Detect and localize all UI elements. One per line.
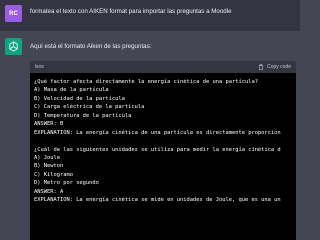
code-line: A) Joule	[34, 154, 60, 161]
copy-code-button[interactable]: Copy code	[258, 64, 291, 70]
code-line: C) Carga eléctrica de la partícula	[34, 104, 145, 111]
copy-code-label: Copy code	[267, 64, 291, 70]
code-line: ANSWER: A	[34, 188, 64, 195]
code-content: ¿Qué factor afecta directamente la energ…	[30, 73, 296, 205]
code-line: D) Temperatura de la partícula	[34, 112, 132, 119]
code-block: less Copy code ¿Qué factor afecta direct…	[30, 61, 296, 240]
clipboard-icon	[259, 64, 264, 70]
openai-logo-icon	[5, 38, 22, 55]
code-line: C) Kilogramo	[34, 171, 73, 178]
code-line: ANSWER: B	[34, 121, 64, 128]
assistant-message-row: Aquí está el formato Aiken de las pregun…	[0, 31, 300, 240]
user-message-text: formatea el texto con AIKEN format para …	[30, 8, 232, 15]
code-line: B) Velocidad de la partícula	[34, 95, 125, 102]
assistant-intro-text: Aquí está el formato Aiken de las pregun…	[30, 43, 152, 50]
code-block-header: less Copy code	[30, 61, 296, 73]
code-line: A) Masa de la partícula	[34, 87, 109, 94]
user-avatar: RC	[5, 5, 22, 22]
code-line: ¿Qué factor afecta directamente la energ…	[34, 79, 258, 85]
code-line: EXPLANATION: La energía cinética de una …	[34, 129, 281, 136]
code-line: EXPLANATION: La energía cinética se mide…	[34, 197, 281, 204]
user-message-row: RC formatea el texto con AIKEN format pa…	[0, 0, 300, 31]
code-line: D) Metro por segundo	[34, 180, 99, 187]
code-language-label: less	[35, 64, 44, 70]
code-line: B) Newton	[34, 163, 64, 170]
code-line: ¿Cuál de las siguientes unidades se util…	[34, 146, 281, 153]
